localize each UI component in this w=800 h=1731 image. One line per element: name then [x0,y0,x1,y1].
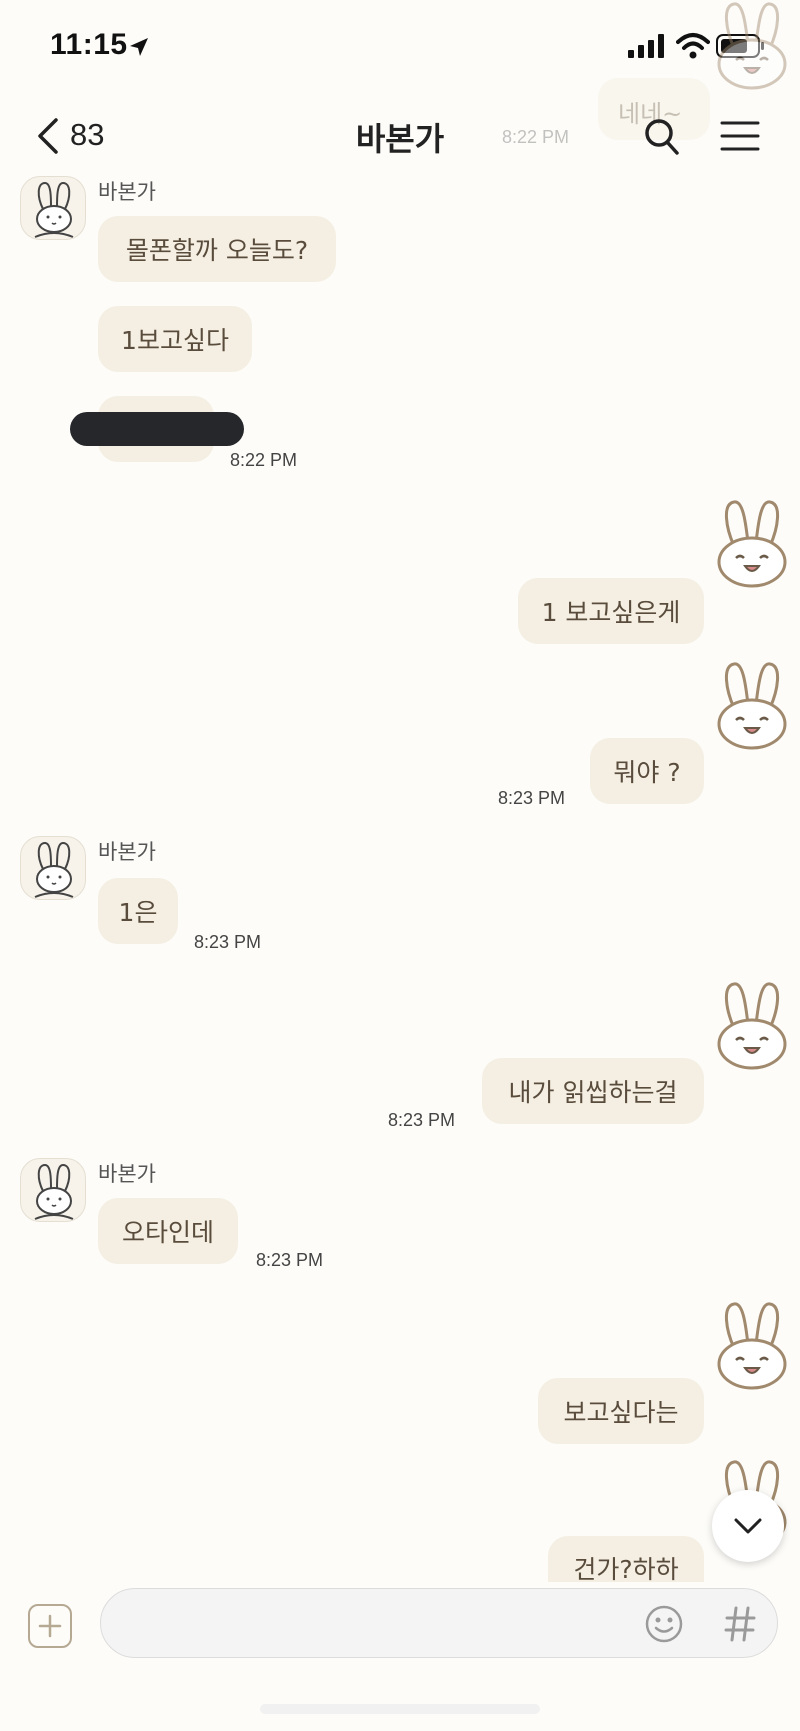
message-time: 8:22 PM [230,450,298,470]
avatar[interactable] [20,836,86,900]
rabbit-sticker-icon [712,660,792,750]
location-arrow-icon [130,38,148,56]
rabbit-avatar-icon [21,837,86,900]
message-bubble[interactable]: 내가 읽씹하는걸 [482,1058,704,1124]
search-icon[interactable] [644,118,680,156]
sender-name: 바본가 [98,840,156,864]
rabbit-avatar-icon [21,1159,86,1222]
attach-button[interactable] [28,1604,72,1648]
message-time: 8:23 PM [194,932,262,952]
menu-icon[interactable] [720,120,760,152]
rabbit-sticker-icon [712,980,792,1070]
sender-name: 바본가 [98,1162,156,1186]
message-time: 8:23 PM [498,788,566,808]
chat-title: 바본가 [355,120,445,158]
avatar[interactable] [20,176,86,240]
message-bubble[interactable]: 몰폰할까 오늘도? [98,216,336,282]
message-bubble[interactable]: 1보고싶다 [98,306,252,372]
emoji-icon[interactable] [644,1604,684,1644]
rabbit-sticker-icon [712,1300,792,1390]
rabbit-avatar-icon [21,177,86,240]
wifi-icon [676,33,710,59]
status-time: 11:15 [50,28,128,61]
message-bubble[interactable]: 건가?하하 [548,1536,704,1584]
chevron-down-icon [734,1518,762,1534]
message-time: 8:23 PM [388,1110,456,1130]
rabbit-sticker-icon [712,0,792,90]
plus-icon [38,1614,62,1638]
avatar[interactable] [20,1158,86,1222]
signal-icon [628,34,664,58]
message-bubble[interactable]: 1 보고싶은게 [518,578,704,644]
scroll-down-button[interactable] [712,1490,784,1562]
sender-name: 바본가 [98,180,156,204]
message-time: 8:23 PM [256,1250,324,1270]
home-indicator [260,1704,540,1714]
message-bubble[interactable]: 뭐야 ? [590,738,704,804]
message-bubble[interactable]: 보고싶다는 [538,1378,704,1444]
redaction-bar [70,412,244,446]
rabbit-sticker-icon [712,498,792,588]
message-bubble[interactable]: 1은 [98,878,178,944]
hashtag-icon[interactable] [724,1604,756,1644]
message-bubble[interactable]: 오타인데 [98,1198,238,1264]
